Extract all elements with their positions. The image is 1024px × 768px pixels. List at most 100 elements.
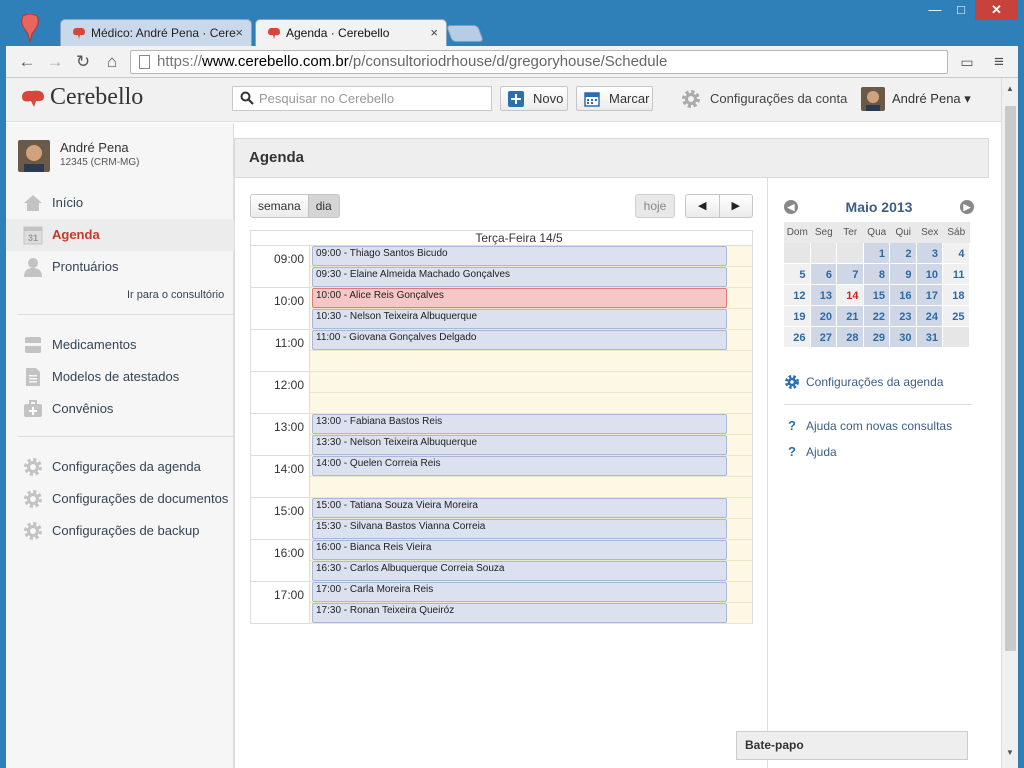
day-cell[interactable]: 28 [837,327,864,348]
day-cell[interactable]: 21 [837,306,864,327]
day-cell[interactable]: 13 [810,285,837,306]
hour-label: 17:00 [251,582,310,624]
home-icon[interactable]: ⌂ [101,51,123,73]
appointment[interactable]: 10:30 - Nelson Teixeira Albuquerque [312,309,727,329]
appointment[interactable]: 16:30 - Carlos Albuquerque Correia Souza [312,561,727,581]
chat-bar[interactable]: Bate-papo [736,731,968,760]
config-agenda-link[interactable]: Configurações da agenda [784,374,943,390]
day-cell[interactable]: 1 [863,243,890,264]
day-cell[interactable]: 27 [810,327,837,348]
tab-medico[interactable]: Médico: André Pena · Cere × [60,19,252,46]
cast-icon[interactable]: ▭ [956,51,978,73]
page-scrollbar[interactable]: ▲ ▼ [1001,78,1018,768]
appointment[interactable]: 14:00 - Quelen Correia Reis [312,456,727,476]
sidebar-item-convenios[interactable]: Convênios [6,393,234,425]
next-day-button[interactable]: ▶ [718,195,753,217]
tab-close-icon[interactable]: × [430,25,438,40]
day-cell[interactable]: 18 [943,285,970,306]
appointment[interactable]: 13:00 - Fabiana Bastos Reis [312,414,727,434]
day-cell[interactable]: 10 [916,264,943,285]
day-cell[interactable]: 2 [890,243,917,264]
user-avatar [861,87,885,111]
window-maximize-button[interactable]: □ [948,0,974,20]
day-cell[interactable]: 14 [837,285,864,306]
schedule-button[interactable]: Marcar [576,86,653,111]
day-cell[interactable]: 15 [863,285,890,306]
previous-day-button[interactable]: ◀ [686,195,719,217]
day-cell[interactable]: 9 [890,264,917,285]
scrollbar-thumb[interactable] [1005,106,1016,651]
sidebar-item-config-agenda[interactable]: Configurações da agenda [6,451,234,483]
browser-profile-icon[interactable] [20,14,40,44]
day-cell[interactable]: 8 [863,264,890,285]
appointment[interactable]: 09:30 - Elaine Almeida Machado Gonçalves [312,267,727,287]
time-slot[interactable] [310,372,752,393]
day-cell[interactable]: 22 [863,306,890,327]
account-settings-link[interactable]: Configurações da conta [680,88,847,110]
search-input[interactable]: Pesquisar no Cerebello [232,86,492,111]
day-cell[interactable]: 17 [916,285,943,306]
sidebar-item-inicio[interactable]: Início [6,187,234,219]
day-cell[interactable]: 7 [837,264,864,285]
appointment[interactable]: 10:00 - Alice Reis Gonçalves [312,288,727,308]
day-cell[interactable]: 26 [784,327,811,348]
scroll-up-icon[interactable]: ▲ [1006,84,1014,93]
scroll-down-icon[interactable]: ▼ [1006,748,1014,757]
time-slot[interactable] [310,351,752,372]
empty-day-cell [943,327,970,348]
appointment[interactable]: 17:30 - Ronan Teixeira Queiróz [312,603,727,623]
day-cell[interactable]: 3 [916,243,943,264]
new-button[interactable]: Novo [500,86,568,111]
day-cell[interactable]: 4 [943,243,970,264]
day-cell[interactable]: 31 [916,327,943,348]
appointment[interactable]: 15:30 - Silvana Bastos Vianna Correia [312,519,727,539]
menu-icon[interactable]: ≡ [988,51,1010,73]
sidebar-item-medicamentos[interactable]: Medicamentos [6,329,234,361]
time-slot[interactable] [310,393,752,414]
sidebar-item-prontuarios[interactable]: Prontuários [6,251,234,283]
appointment[interactable]: 13:30 - Nelson Teixeira Albuquerque [312,435,727,455]
day-cell[interactable]: 29 [863,327,890,348]
day-cell[interactable]: 5 [784,264,811,285]
appointment[interactable]: 11:00 - Giovana Gonçalves Delgado [312,330,727,350]
appointment[interactable]: 16:00 - Bianca Reis Vieira [312,540,727,560]
prev-month-icon[interactable]: ◀ [784,200,798,214]
time-slot[interactable] [310,477,752,498]
cerebello-logo[interactable]: Cerebello [20,84,143,114]
day-cell[interactable]: 24 [916,306,943,327]
sidebar-item-modelos-atestados[interactable]: Modelos de atestados [6,361,234,393]
svg-text:31: 31 [28,233,38,243]
day-cell[interactable]: 23 [890,306,917,327]
help-new-appointments-link[interactable]: ? Ajuda com novas consultas [784,418,952,434]
help-link[interactable]: ? Ajuda [784,444,837,460]
day-cell[interactable]: 6 [810,264,837,285]
day-cell[interactable]: 12 [784,285,811,306]
day-cell[interactable]: 30 [890,327,917,348]
day-cell[interactable]: 25 [943,306,970,327]
window-minimize-button[interactable]: — [922,0,948,20]
appointment[interactable]: 09:00 - Thiago Santos Bicudo [312,246,727,266]
sidebar-item-config-backup[interactable]: Configurações de backup [6,515,234,547]
address-bar[interactable]: https://www.cerebello.com.br/p/consultor… [130,50,948,74]
sidebar-item-config-documentos[interactable]: Configurações de documentos [6,483,234,515]
consultorio-link[interactable]: Ir para o consultório [127,289,224,301]
next-month-icon[interactable]: ▶ [960,200,974,214]
reload-icon[interactable]: ↻ [72,51,94,73]
new-tab-button[interactable] [445,25,485,42]
forward-arrow-icon[interactable]: → [44,51,66,73]
tab-agenda[interactable]: Agenda · Cerebello × [255,19,447,46]
appointment[interactable]: 15:00 - Tatiana Souza Vieira Moreira [312,498,727,518]
day-cell[interactable]: 11 [943,264,970,285]
today-button[interactable]: hoje [635,194,675,218]
window-close-button[interactable]: ✕ [975,0,1018,20]
day-cell[interactable]: 20 [810,306,837,327]
back-arrow-icon[interactable]: ← [16,51,38,73]
view-week-button[interactable]: semana [251,195,308,217]
day-cell[interactable]: 16 [890,285,917,306]
day-cell[interactable]: 19 [784,306,811,327]
user-menu[interactable]: André Pena ▾ [861,87,971,111]
view-day-button[interactable]: dia [307,195,339,217]
appointment[interactable]: 17:00 - Carla Moreira Reis [312,582,727,602]
sidebar-item-agenda[interactable]: 31 Agenda [6,219,234,251]
tab-close-icon[interactable]: × [235,25,243,40]
